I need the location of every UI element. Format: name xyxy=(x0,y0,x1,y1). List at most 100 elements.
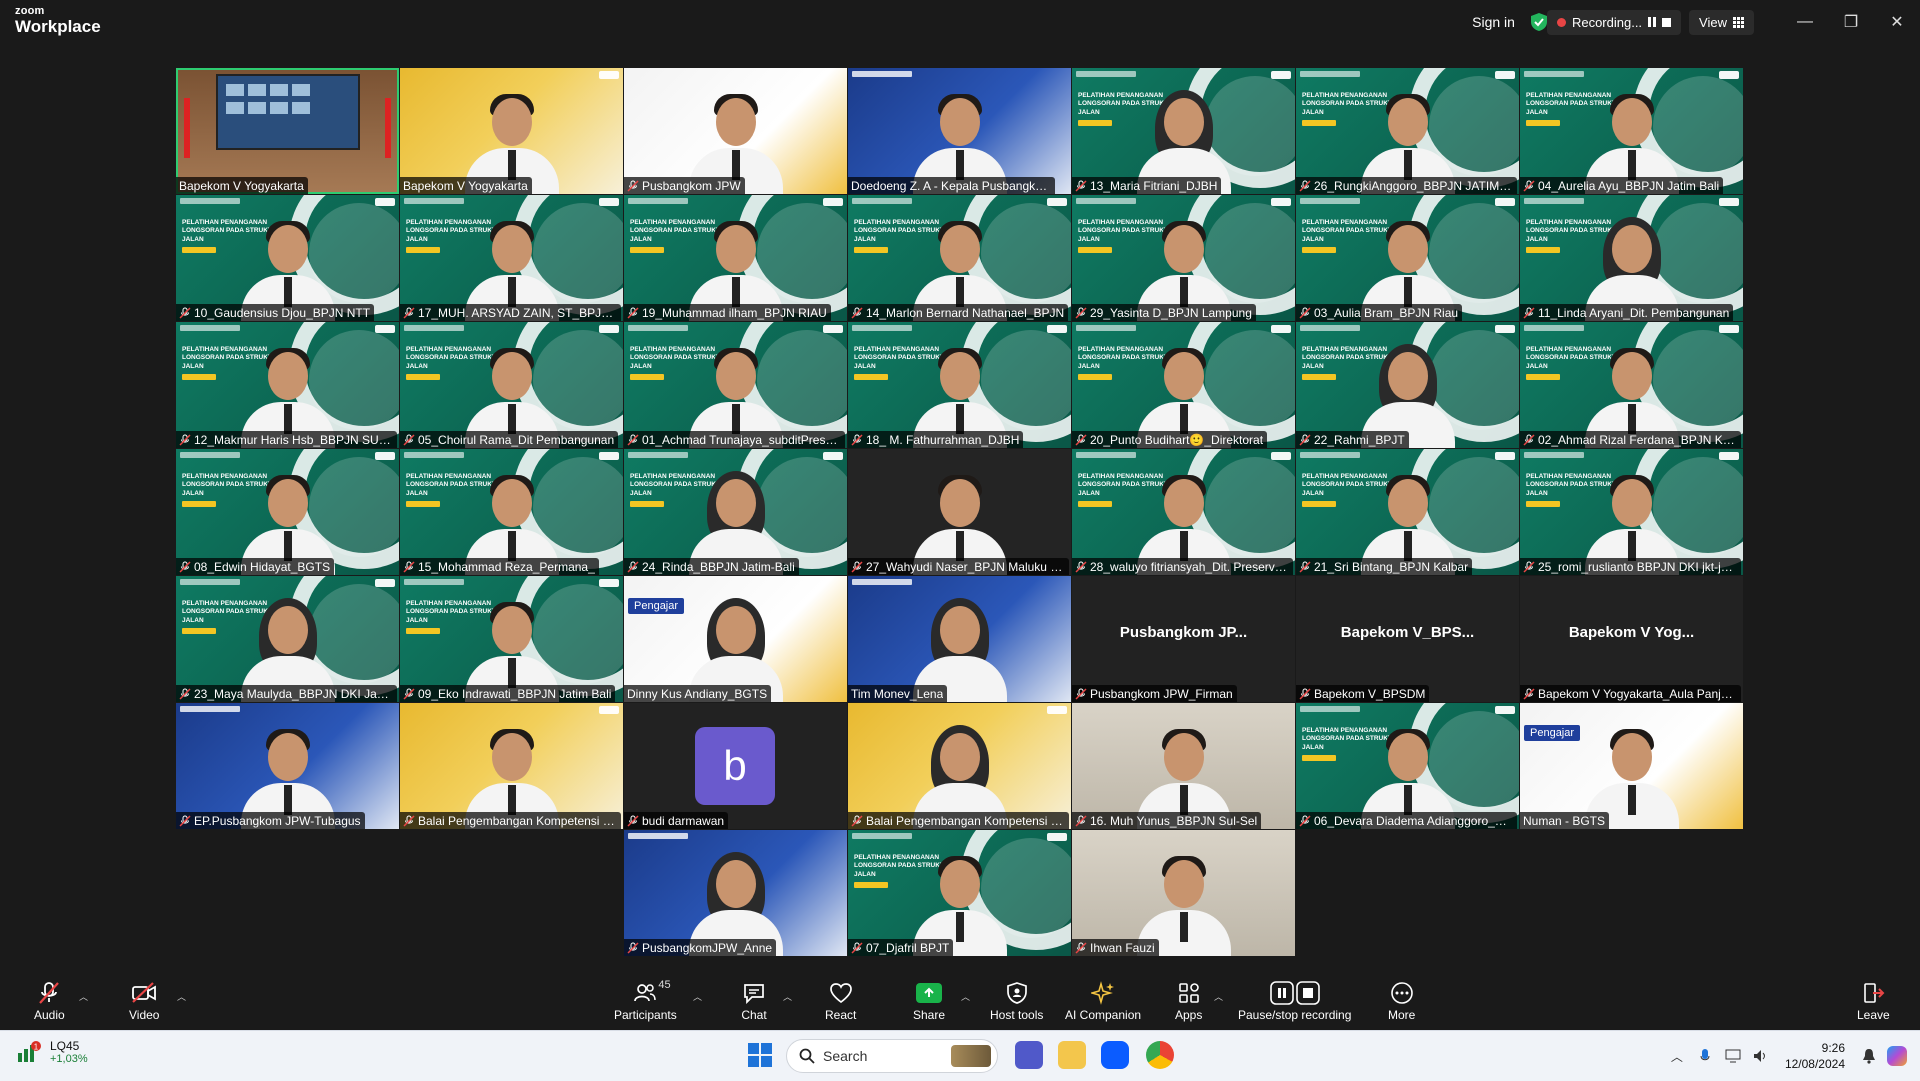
sign-in-button[interactable]: Sign in xyxy=(1462,14,1525,30)
participant-name-label: Bapekom V Yogyakarta_Aula Panjang xyxy=(1520,685,1741,702)
participant-tile[interactable]: PELATIHAN PENANGANAN LONGSORAN PADA STRU… xyxy=(1072,449,1295,575)
participant-tile[interactable]: PELATIHAN PENANGANAN LONGSORAN PADA STRU… xyxy=(848,195,1071,321)
participant-tile[interactable]: PELATIHAN PENANGANAN LONGSORAN PADA STRU… xyxy=(400,449,623,575)
participant-name-label: 12_Makmur Haris Hsb_BBPJN SUMUT xyxy=(176,431,397,448)
video-button[interactable]: Video xyxy=(129,972,159,1030)
mic-muted-icon xyxy=(179,687,191,700)
participant-tile[interactable]: PELATIHAN PENANGANAN LONGSORAN PADA STRU… xyxy=(400,576,623,702)
audio-button[interactable]: Audio xyxy=(34,972,65,1030)
participant-tile[interactable]: Balai Pengembangan Kompetensi PUPR xyxy=(848,703,1071,829)
participant-tile[interactable]: PELATIHAN PENANGANAN LONGSORAN PADA STRU… xyxy=(1296,195,1519,321)
microphone-icon[interactable] xyxy=(1694,1046,1716,1066)
recording-indicator[interactable]: Recording... xyxy=(1546,9,1682,35)
participant-tile[interactable]: Bapekom V_BPS... Bapekom V_BPSDM xyxy=(1296,576,1519,702)
more-label: More xyxy=(1388,1007,1416,1022)
participant-tile[interactable]: Bapekom V Yog... Bapekom V Yogyakarta_Aul… xyxy=(1520,576,1743,702)
participant-tile[interactable]: PELATIHAN PENANGANAN LONGSORAN PADA STRU… xyxy=(1072,322,1295,448)
participant-name: 28_waluyo fitriansyah_Dit. Preservasi xyxy=(1090,559,1289,574)
participant-tile[interactable]: PELATIHAN PENANGANAN LONGSORAN PADA STRU… xyxy=(1072,68,1295,194)
participant-tile[interactable]: PELATIHAN PENANGANAN LONGSORAN PADA STRU… xyxy=(1520,322,1743,448)
participant-tile[interactable]: PusbangkomJPW_Anne xyxy=(624,830,847,956)
leave-button[interactable]: Leave xyxy=(1857,972,1890,1030)
close-button[interactable]: ✕ xyxy=(1874,0,1920,44)
host-tools-button[interactable]: Host tools xyxy=(990,972,1043,1030)
participant-tile[interactable]: Balai Pengembangan Kompetensi PUPR xyxy=(400,703,623,829)
participant-tile[interactable]: PELATIHAN PENANGANAN LONGSORAN PADA STRU… xyxy=(1296,322,1519,448)
participant-tile[interactable]: PELATIHAN PENANGANAN LONGSORAN PADA STRU… xyxy=(848,830,1071,956)
participant-tile[interactable]: Pusbangkom JPW xyxy=(624,68,847,194)
restore-button[interactable]: ❐ xyxy=(1828,0,1874,44)
more-button[interactable]: More xyxy=(1388,972,1415,1030)
zoom-app-icon[interactable] xyxy=(1101,1041,1129,1069)
mic-muted-icon xyxy=(627,560,639,573)
participant-name: 09_Eko Indrawati_BBPJN Jatim Bali xyxy=(418,686,612,701)
participant-tile[interactable]: Ihwan Fauzi xyxy=(1072,830,1295,956)
participant-tile[interactable]: Doedoeng Z. A - Kepala Pusbangkom JPW xyxy=(848,68,1071,194)
participant-name: 18_ M. Fathurrahman_DJBH xyxy=(866,432,1020,447)
taskbar-search-input[interactable]: Search xyxy=(786,1039,998,1073)
ai-companion-button[interactable]: AI Companion xyxy=(1065,972,1141,1030)
participant-tile[interactable]: PELATIHAN PENANGANAN LONGSORAN PADA STRU… xyxy=(1296,703,1519,829)
participant-tile[interactable]: b budi darmawan xyxy=(624,703,847,829)
teams-app-icon[interactable] xyxy=(1015,1041,1043,1069)
share-button[interactable]: Share xyxy=(913,972,945,1030)
notification-bell-icon[interactable] xyxy=(1858,1046,1880,1066)
participant-tile[interactable]: PELATIHAN PENANGANAN LONGSORAN PADA STRU… xyxy=(1072,195,1295,321)
view-button[interactable]: View xyxy=(1689,9,1754,35)
windows-start-icon[interactable] xyxy=(748,1043,772,1067)
participant-tile[interactable]: Pusbangkom JP... Pusbangkom JPW_Firman xyxy=(1072,576,1295,702)
encryption-shield-icon[interactable] xyxy=(1530,13,1547,31)
chevron-up-icon[interactable]: ︿ xyxy=(1666,1046,1688,1066)
chrome-app-icon[interactable] xyxy=(1146,1041,1174,1069)
participants-button[interactable]: 45 Participants xyxy=(614,972,677,1030)
participant-tile[interactable]: Pengajar Numan - BGTS xyxy=(1520,703,1743,829)
react-button[interactable]: React xyxy=(825,972,856,1030)
participant-tile[interactable]: PELATIHAN PENANGANAN LONGSORAN PADA STRU… xyxy=(1520,68,1743,194)
mic-muted-icon xyxy=(1075,687,1087,700)
participant-tile[interactable]: PELATIHAN PENANGANAN LONGSORAN PADA STRU… xyxy=(176,449,399,575)
participant-tile[interactable]: PELATIHAN PENANGANAN LONGSORAN PADA STRU… xyxy=(624,195,847,321)
participant-tile[interactable]: PELATIHAN PENANGANAN LONGSORAN PADA STRU… xyxy=(624,322,847,448)
participant-name: 26_RungkiAnggoro_BBPJN JATIM-BALI xyxy=(1314,178,1513,193)
chat-options-chevron-icon[interactable]: ︿ xyxy=(783,990,792,1003)
participants-options-chevron-icon[interactable]: ︿ xyxy=(693,990,702,1003)
video-options-chevron-icon[interactable]: ︿ xyxy=(177,990,186,1003)
file-explorer-icon[interactable] xyxy=(1058,1041,1086,1069)
pause-stop-recording-button[interactable]: Pause/stop recording xyxy=(1238,972,1351,1030)
pause-recording-icon[interactable] xyxy=(1648,17,1657,27)
chat-button[interactable]: Chat xyxy=(741,972,767,1030)
participant-tile[interactable]: PELATIHAN PENANGANAN LONGSORAN PADA STRU… xyxy=(176,576,399,702)
apps-options-chevron-icon[interactable]: ︿ xyxy=(1214,990,1223,1003)
participant-tile[interactable]: 16. Muh Yunus_BBPJN Sul-Sel xyxy=(1072,703,1295,829)
participant-tile[interactable]: PELATIHAN PENANGANAN LONGSORAN PADA STRU… xyxy=(400,195,623,321)
mic-muted-icon xyxy=(851,814,863,827)
participant-tile[interactable]: Pengajar Dinny Kus Andiany_BGTS xyxy=(624,576,847,702)
participant-tile[interactable]: PELATIHAN PENANGANAN LONGSORAN PADA STRU… xyxy=(176,322,399,448)
audio-options-chevron-icon[interactable]: ︿ xyxy=(79,990,88,1003)
minimize-button[interactable]: — xyxy=(1782,0,1828,44)
volume-icon[interactable] xyxy=(1750,1046,1772,1066)
participant-tile[interactable]: PELATIHAN PENANGANAN LONGSORAN PADA STRU… xyxy=(624,449,847,575)
stock-widget[interactable]: 1 LQ45 +1,03% xyxy=(16,1039,88,1065)
participant-tile[interactable]: PELATIHAN PENANGANAN LONGSORAN PADA STRU… xyxy=(176,195,399,321)
participant-name: 27_Wahyudi Naser_BPJN Maluku Utara xyxy=(866,559,1065,574)
participant-tile[interactable]: PELATIHAN PENANGANAN LONGSORAN PADA STRU… xyxy=(1520,449,1743,575)
share-options-chevron-icon[interactable]: ︿ xyxy=(961,990,970,1003)
leave-label: Leave xyxy=(1857,1007,1890,1022)
participant-tile[interactable]: EP.Pusbangkom JPW-Tubagus xyxy=(176,703,399,829)
participant-tile[interactable]: PELATIHAN PENANGANAN LONGSORAN PADA STRU… xyxy=(1296,68,1519,194)
copilot-icon[interactable] xyxy=(1886,1046,1908,1066)
apps-label: Apps xyxy=(1175,1007,1203,1022)
participant-tile[interactable]: Tim Monev_Lena xyxy=(848,576,1071,702)
participant-tile[interactable]: PELATIHAN PENANGANAN LONGSORAN PADA STRU… xyxy=(1296,449,1519,575)
participant-tile[interactable]: Bapekom V Yogyakarta xyxy=(176,68,399,194)
clock[interactable]: 9:26 12/08/2024 xyxy=(1785,1040,1845,1072)
participant-tile[interactable]: PELATIHAN PENANGANAN LONGSORAN PADA STRU… xyxy=(1520,195,1743,321)
participant-tile[interactable]: Bapekom V Yogyakarta xyxy=(400,68,623,194)
participant-tile[interactable]: PELATIHAN PENANGANAN LONGSORAN PADA STRU… xyxy=(848,322,1071,448)
stop-recording-icon[interactable] xyxy=(1662,17,1672,27)
participant-tile[interactable]: 27_Wahyudi Naser_BPJN Maluku Utara xyxy=(848,449,1071,575)
network-icon[interactable] xyxy=(1722,1046,1744,1066)
participant-tile[interactable]: PELATIHAN PENANGANAN LONGSORAN PADA STRU… xyxy=(400,322,623,448)
apps-button[interactable]: Apps xyxy=(1175,972,1202,1030)
